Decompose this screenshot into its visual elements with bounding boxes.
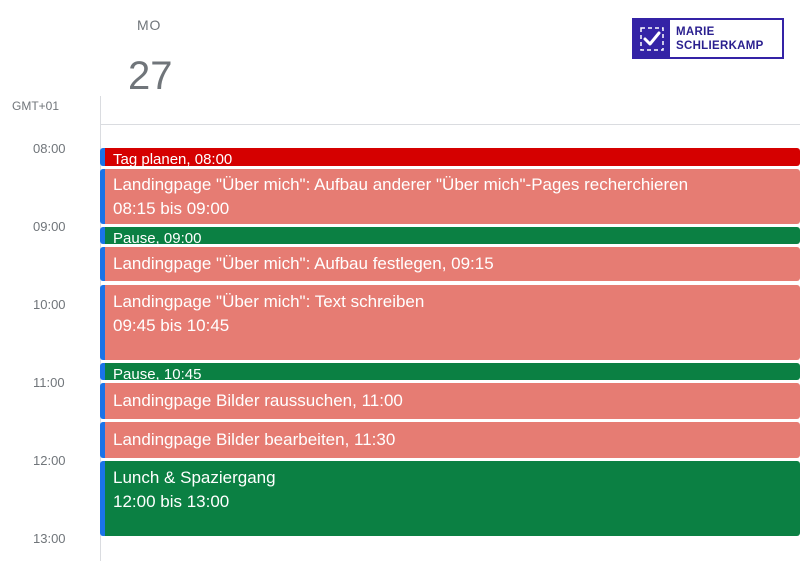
timezone-label: GMT+01 — [12, 99, 60, 113]
hour-label-1300: 13:00 — [33, 531, 66, 546]
event-title: Tag planen — [113, 151, 187, 166]
event-pause-1045[interactable]: Pause, 10:45 — [100, 363, 800, 380]
day-number[interactable]: 27 — [128, 52, 173, 100]
event-title: Lunch & Spaziergang — [113, 468, 276, 487]
event-time: 08:15 bis 09:00 — [113, 199, 230, 218]
checkmark-icon — [634, 20, 670, 57]
event-tag-planen[interactable]: Tag planen, 08:00 — [100, 148, 800, 166]
event-title: Landingpage Bilder bearbeiten — [113, 430, 345, 449]
event-title: Pause — [113, 230, 156, 244]
event-time: , 09:15 — [441, 254, 494, 273]
hour-label-0800: 08:00 — [33, 141, 66, 156]
event-bilder-raussuchen[interactable]: Landingpage Bilder raussuchen, 11:00 — [100, 383, 800, 419]
event-aufbau-festlegen[interactable]: Landingpage "Über mich": Aufbau festlege… — [100, 247, 800, 281]
event-time: , 08:00 — [186, 151, 233, 166]
event-recherche[interactable]: Landingpage "Über mich": Aufbau anderer … — [100, 169, 800, 224]
logo-line-2: SCHLIERKAMP — [676, 39, 764, 52]
header-divider — [100, 124, 800, 125]
day-name: MO — [137, 17, 162, 33]
event-time: , 11:00 — [352, 391, 403, 410]
event-bilder-bearbeiten[interactable]: Landingpage Bilder bearbeiten, 11:30 — [100, 422, 800, 458]
event-title: Landingpage "Über mich": Aufbau festlege… — [113, 254, 442, 273]
event-time: , 10:45 — [155, 366, 202, 380]
event-text-schreiben[interactable]: Landingpage "Über mich": Text schreiben … — [100, 285, 800, 360]
event-title: Pause — [113, 366, 156, 380]
event-time: 12:00 bis 13:00 — [113, 492, 230, 511]
hour-label-1100: 11:00 — [33, 375, 65, 390]
event-time: 09:45 bis 10:45 — [113, 316, 230, 335]
event-title: Landingpage "Über mich": Aufbau anderer … — [113, 175, 689, 194]
hour-label-1000: 10:00 — [33, 297, 66, 312]
hour-label-0900: 09:00 — [33, 219, 66, 234]
hour-label-1200: 12:00 — [33, 453, 66, 468]
logo: MARIE SCHLIERKAMP — [632, 18, 784, 59]
logo-line-1: MARIE — [676, 25, 715, 38]
event-lunch[interactable]: Lunch & Spaziergang 12:00 bis 13:00 — [100, 461, 800, 536]
event-time: , 11:30 — [344, 430, 396, 449]
event-time: , 09:00 — [155, 230, 202, 244]
event-title: Landingpage Bilder raussuchen — [113, 391, 353, 410]
event-title: Landingpage "Über mich": Text schreiben — [113, 292, 425, 311]
event-pause-0900[interactable]: Pause, 09:00 — [100, 227, 800, 244]
